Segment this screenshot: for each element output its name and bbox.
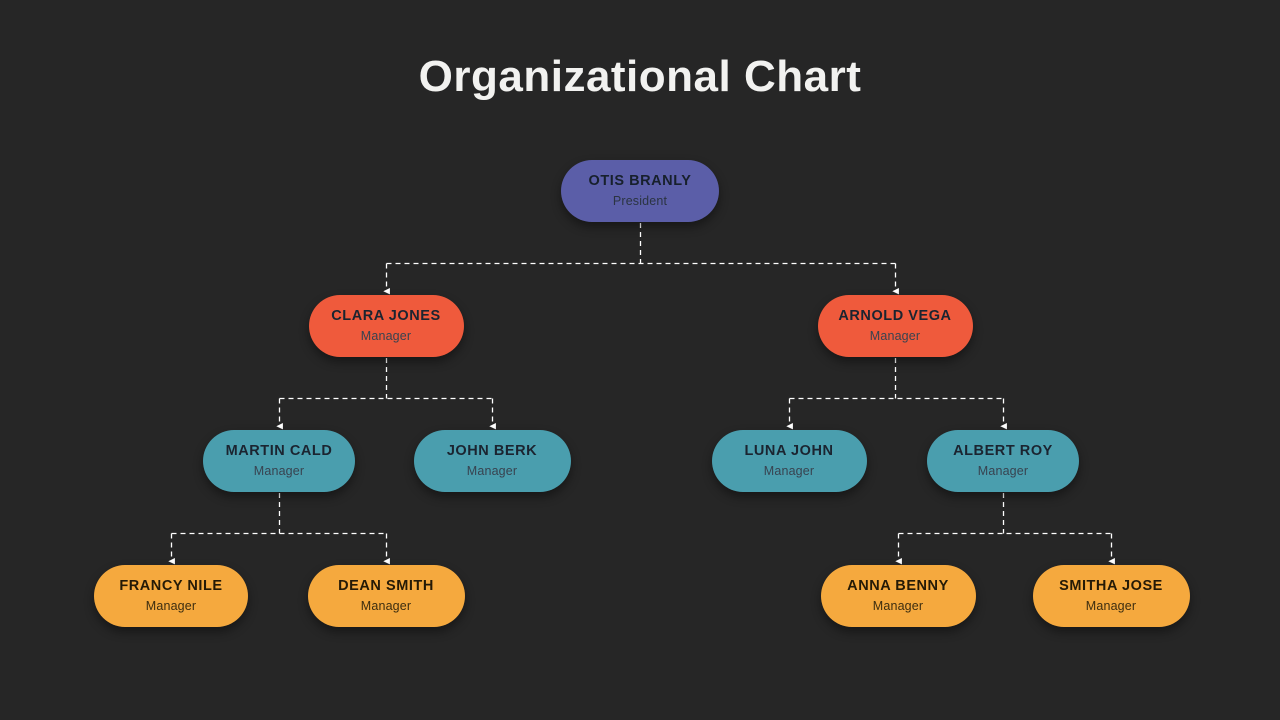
org-node-arnold[interactable]: ARNOLD VEGA Manager (817, 295, 973, 357)
org-node-role: Manager (872, 598, 924, 613)
org-node-name: OTIS BRANLY (588, 172, 692, 189)
org-node-name: ARNOLD VEGA (838, 307, 952, 324)
org-node-role: Manager (977, 463, 1029, 478)
org-node-name: MARTIN CALD (225, 442, 333, 459)
org-node-role: Manager (763, 463, 815, 478)
org-node-name: DEAN SMITH (338, 577, 434, 594)
org-node-role: Manager (1085, 598, 1137, 613)
org-node-role: Manager (145, 598, 197, 613)
org-node-dean[interactable]: DEAN SMITH Manager (307, 565, 465, 627)
org-node-role: President (612, 193, 668, 208)
org-node-name: ANNA BENNY (847, 577, 949, 594)
org-node-name: FRANCY NILE (119, 577, 223, 594)
org-node-johnb[interactable]: JOHN BERK Manager (413, 430, 571, 492)
org-node-smitha[interactable]: SMITHA JOSE Manager (1032, 565, 1190, 627)
org-node-albert[interactable]: ALBERT ROY Manager (927, 430, 1079, 492)
org-node-role: Manager (360, 328, 412, 343)
org-node-martin[interactable]: MARTIN CALD Manager (203, 430, 355, 492)
org-node-name: ALBERT ROY (953, 442, 1053, 459)
org-chart-slide: Organizational Chart OTIS BRANLY Presiden… (0, 0, 1280, 720)
org-node-name: JOHN BERK (446, 442, 538, 459)
org-node-otis[interactable]: OTIS BRANLY President (561, 160, 719, 222)
org-node-luna[interactable]: LUNA JOHN Manager (711, 430, 867, 492)
org-node-francy[interactable]: FRANCY NILE Manager (94, 565, 248, 627)
node-layer: OTIS BRANLY President CLARA JONES Manager AR… (0, 0, 1280, 720)
org-node-clara[interactable]: CLARA JONES Manager (308, 295, 464, 357)
org-node-name: LUNA JOHN (744, 442, 834, 459)
org-node-role: Manager (466, 463, 518, 478)
org-node-name: SMITHA JOSE (1059, 577, 1163, 594)
org-node-role: Manager (360, 598, 412, 613)
org-node-role: Manager (253, 463, 305, 478)
org-node-name: CLARA JONES (331, 307, 441, 324)
org-node-anna[interactable]: ANNA BENNY Manager (820, 565, 976, 627)
org-node-role: Manager (869, 328, 921, 343)
